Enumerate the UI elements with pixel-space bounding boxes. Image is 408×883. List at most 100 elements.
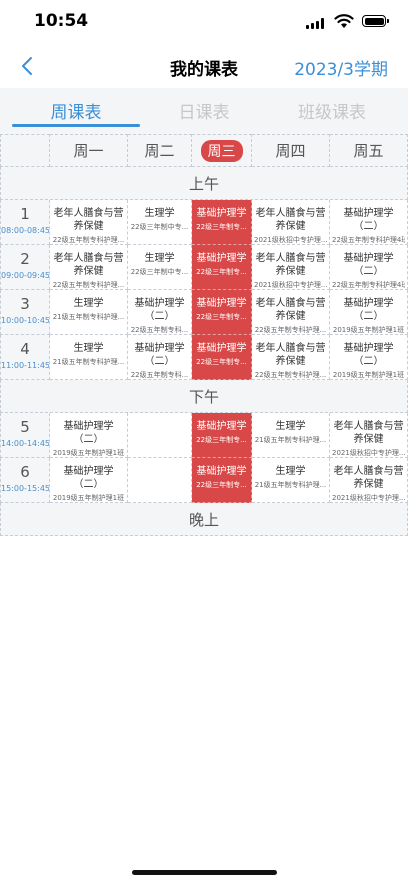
class-name: 22级五年制专科...: [130, 326, 189, 334]
course-cell[interactable]: 生理学 22级三年制中专...: [128, 245, 192, 290]
tab-week[interactable]: 周课表: [8, 98, 144, 123]
course-cell[interactable]: 基础护理学（二） 2019级五年制护理1班: [330, 290, 408, 335]
course-cell[interactable]: 基础护理学 22级三年制专...: [192, 335, 252, 380]
period-time: 08:00-08:45: [1, 226, 50, 235]
class-name: 22级五年制专科...: [130, 371, 189, 379]
weekday-header: 周一: [50, 134, 128, 167]
class-name: 22级五年制专科护理...: [254, 326, 327, 334]
tab-class[interactable]: 班级课表: [264, 98, 400, 123]
status-bar: 10:54: [0, 0, 408, 44]
empty-cell: [128, 458, 192, 503]
course-cell[interactable]: 基础护理学（二） 2019级五年制护理1班: [50, 413, 128, 458]
course-cell[interactable]: 老年人膳食与营养保健 22级五年制专科护理...: [50, 245, 128, 290]
course-cell[interactable]: 生理学 21级五年制专科护理...: [50, 290, 128, 335]
course-cell[interactable]: 生理学 22级三年制中专...: [128, 200, 192, 245]
course-name: 基础护理学: [196, 421, 247, 432]
course-cell[interactable]: 基础护理学 22级三年制专...: [192, 245, 252, 290]
course-name: 基础护理学（二）: [63, 421, 114, 445]
period-row: 4 11:00-11:45 生理学 21级五年制专科护理... 基础护理学（二） 22级五…: [0, 335, 408, 380]
course-cell[interactable]: 老年人膳食与营养保健 22级五年制专科护理...: [252, 290, 330, 335]
weekday-header: 周五: [330, 134, 408, 167]
weekday-label: 周二: [144, 142, 175, 160]
course-cell[interactable]: 生理学 21级五年制专科护理...: [252, 458, 330, 503]
class-name: 22级三年制专...: [196, 358, 247, 366]
course-cell[interactable]: 老年人膳食与营养保健 22级五年制专科护理...: [252, 335, 330, 380]
course-name: 基础护理学（二）: [343, 298, 394, 322]
weekday-header: 周四: [252, 134, 330, 167]
period-row: 6 15:00-15:45 基础护理学（二） 2019级五年制护理1班 基础护理学 22级…: [0, 458, 408, 503]
cellular-signal-icon: [306, 18, 324, 29]
period-time: 14:00-14:45: [1, 439, 50, 448]
status-time: 10:54: [34, 11, 89, 31]
course-name: 基础护理学: [196, 343, 247, 354]
tab-day[interactable]: 日课表: [136, 98, 272, 123]
weekday-header: 周二: [128, 134, 192, 167]
course-name: 基础护理学（二）: [343, 343, 394, 367]
tab-indicator: [12, 124, 140, 127]
course-name: 生理学: [144, 208, 175, 219]
course-cell[interactable]: 生理学 21级五年制专科护理...: [50, 335, 128, 380]
period-number: 2: [20, 250, 30, 268]
class-name: 22级三年制专...: [196, 481, 247, 489]
course-cell[interactable]: 基础护理学（二） 2019级五年制护理1班: [330, 335, 408, 380]
course-name: 老年人膳食与营养保健: [53, 253, 124, 277]
class-name: 22级五年制专科护理4班: [332, 281, 405, 289]
course-name: 基础护理学: [196, 298, 247, 309]
course-cell[interactable]: 老年人膳食与营养保健 2021级秋招中专护理...: [252, 200, 330, 245]
weekday-label: 周四: [275, 142, 306, 160]
class-name: 22级三年制专...: [196, 313, 247, 321]
course-name: 生理学: [275, 421, 306, 432]
course-cell[interactable]: 老年人膳食与营养保健 22级五年制专科护理...: [50, 200, 128, 245]
class-name: 22级三年制中专...: [130, 223, 189, 231]
course-name: 生理学: [73, 298, 104, 309]
course-name: 基础护理学（二）: [134, 343, 185, 367]
course-name: 老年人膳食与营养保健: [255, 253, 326, 277]
wifi-icon: [334, 14, 354, 28]
course-cell[interactable]: 基础护理学（二） 22级五年制专科护理4班: [330, 245, 408, 290]
course-cell[interactable]: 基础护理学 22级三年制专...: [192, 458, 252, 503]
course-name: 基础护理学: [196, 466, 247, 477]
period-row: 5 14:00-14:45 基础护理学（二） 2019级五年制护理1班 基础护理学 22级…: [0, 413, 408, 458]
course-cell[interactable]: 基础护理学 22级三年制专...: [192, 290, 252, 335]
period-cell: 1 08:00-08:45: [0, 200, 50, 245]
term-selector[interactable]: 2023/3学期: [294, 55, 388, 80]
course-cell[interactable]: 基础护理学（二） 2019级五年制护理1班: [50, 458, 128, 503]
class-name: 2021级秋招中专护理...: [332, 449, 405, 457]
class-name: 2021级秋招中专护理...: [254, 281, 327, 289]
header-corner: [0, 134, 50, 167]
course-name: 老年人膳食与营养保健: [333, 421, 404, 445]
course-name: 基础护理学（二）: [63, 466, 114, 490]
class-name: 21级五年制专科护理...: [254, 436, 327, 444]
course-cell[interactable]: 基础护理学（二） 22级五年制专科护理4班: [330, 200, 408, 245]
period-time: 15:00-15:45: [1, 484, 50, 493]
section-afternoon: 下午: [0, 380, 408, 413]
period-time: 10:00-10:45: [1, 316, 50, 325]
class-name: 21级五年制专科护理...: [254, 481, 327, 489]
course-cell[interactable]: 老年人膳食与营养保健 2021级秋招中专护理...: [330, 458, 408, 503]
period-number: 4: [20, 340, 30, 358]
section-evening: 晚上: [0, 503, 408, 536]
period-row: 1 08:00-08:45 老年人膳食与营养保健 22级五年制专科护理... 生理学 22…: [0, 200, 408, 245]
course-cell[interactable]: 生理学 21级五年制专科护理...: [252, 413, 330, 458]
today-badge: 周三: [200, 139, 243, 162]
class-name: 21级五年制专科护理...: [52, 313, 125, 321]
period-cell: 5 14:00-14:45: [0, 413, 50, 458]
period-number: 1: [20, 205, 30, 223]
course-cell[interactable]: 老年人膳食与营养保健 2021级秋招中专护理...: [330, 413, 408, 458]
period-number: 5: [20, 418, 30, 436]
weekday-header-row: 周一 周二 周三 周四 周五: [0, 134, 408, 167]
period-number: 6: [20, 463, 30, 481]
course-cell[interactable]: 老年人膳食与营养保健 2021级秋招中专护理...: [252, 245, 330, 290]
class-name: 2019级五年制护理1班: [332, 371, 405, 379]
course-cell[interactable]: 基础护理学（二） 22级五年制专科...: [128, 290, 192, 335]
course-cell[interactable]: 基础护理学（二） 22级五年制专科...: [128, 335, 192, 380]
nav-bar: 我的课表 2023/3学期: [0, 44, 408, 88]
class-name: 22级三年制中专...: [130, 268, 189, 276]
period-cell: 4 11:00-11:45: [0, 335, 50, 380]
course-cell[interactable]: 基础护理学 22级三年制专...: [192, 200, 252, 245]
course-cell[interactable]: 基础护理学 22级三年制专...: [192, 413, 252, 458]
empty-cell: [128, 413, 192, 458]
class-name: 21级五年制专科护理...: [52, 358, 125, 366]
course-name: 基础护理学（二）: [134, 298, 185, 322]
battery-icon: [362, 15, 389, 27]
